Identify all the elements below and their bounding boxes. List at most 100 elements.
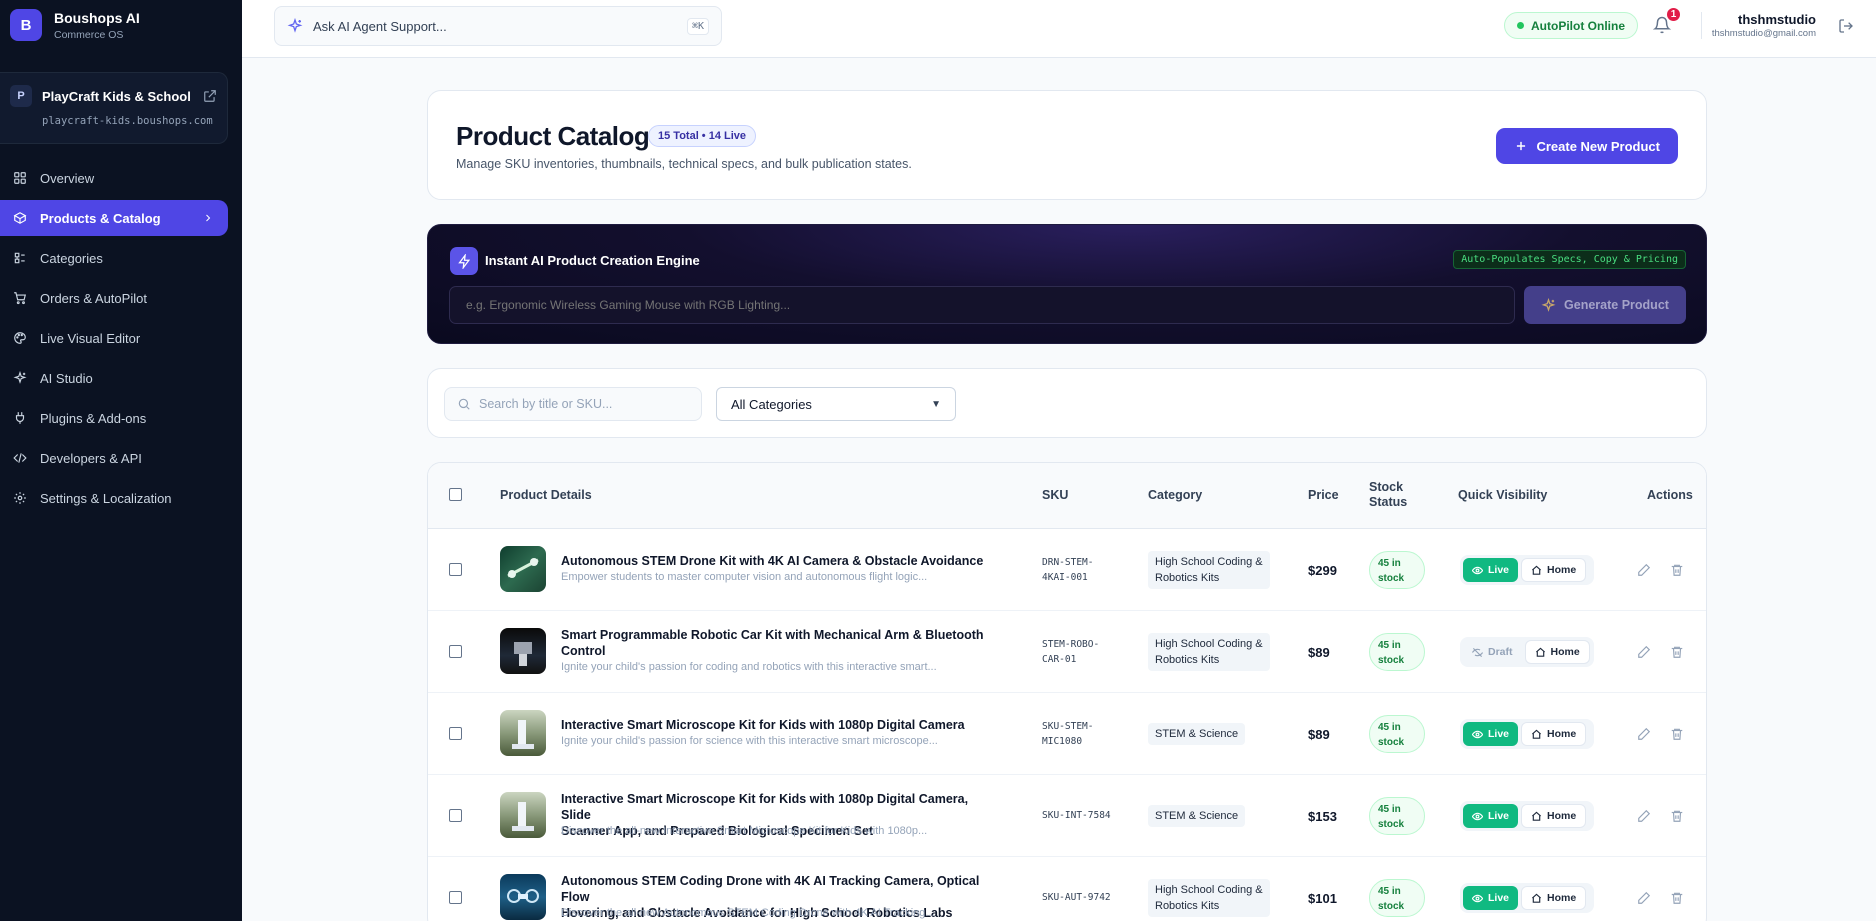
ask-ai-search[interactable]: Ask AI Agent Support... ⌘K — [274, 6, 722, 46]
home-toggle-button[interactable]: Home — [1521, 804, 1587, 828]
nav-item-plugins[interactable]: Plugins & Add-ons — [0, 400, 242, 436]
live-toggle-button[interactable]: Live — [1463, 804, 1519, 828]
trash-icon[interactable] — [1670, 727, 1684, 741]
sku-line2: MIC1080 — [1042, 736, 1083, 747]
stock-line1: 45 in — [1378, 886, 1401, 897]
stock-line2: stock — [1378, 573, 1405, 584]
ask-ai-placeholder: Ask AI Agent Support... — [313, 18, 447, 34]
status-dot — [1517, 22, 1524, 29]
nav-label: Live Visual Editor — [40, 330, 141, 346]
nav-item-visual-editor[interactable]: Live Visual Editor — [0, 320, 242, 356]
stock-line2: stock — [1378, 655, 1405, 666]
box-icon — [13, 212, 27, 224]
trash-icon[interactable] — [1670, 891, 1684, 905]
product-description: Ignite your child's passion for science … — [561, 735, 938, 747]
product-title[interactable]: Autonomous STEM Drone Kit with 4K AI Cam… — [561, 553, 1001, 569]
user-name: thshmstudio — [1738, 12, 1816, 27]
live-toggle-button[interactable]: Live — [1463, 558, 1519, 582]
select-all-checkbox[interactable] — [449, 488, 462, 501]
nav-item-settings[interactable]: Settings & Localization — [0, 480, 242, 516]
product-thumbnail — [500, 710, 546, 756]
row-checkbox[interactable] — [449, 563, 462, 576]
live-toggle-button[interactable]: Live — [1463, 722, 1519, 746]
nav-item-products[interactable]: Products & Catalog — [0, 200, 228, 236]
nav-item-overview[interactable]: Overview — [0, 160, 242, 196]
visibility-toggle: Live Home — [1460, 801, 1594, 831]
product-price: $299 — [1308, 563, 1337, 578]
nav-item-ai-studio[interactable]: AI Studio — [0, 360, 242, 396]
stock-line2: stock — [1378, 737, 1405, 748]
nav-item-orders[interactable]: Orders & AutoPilot — [0, 280, 242, 316]
visibility-status-label: Live — [1488, 564, 1510, 576]
store-card[interactable]: P PlayCraft Kids & School playcraft-kids… — [0, 72, 228, 144]
nav-label: Categories — [40, 250, 103, 266]
row-checkbox[interactable] — [449, 891, 462, 904]
ai-product-prompt-input[interactable] — [449, 286, 1515, 324]
draft-toggle-button[interactable]: Draft — [1463, 640, 1522, 664]
header-stock-line2: Status — [1369, 495, 1408, 509]
category-line2: Robotics Kits — [1155, 900, 1220, 912]
home-toggle-button[interactable]: Home — [1521, 722, 1587, 746]
table-row[interactable]: Autonomous STEM Coding Drone with 4K AI … — [428, 857, 1706, 921]
edit-icon[interactable] — [1637, 563, 1651, 577]
edit-icon[interactable] — [1637, 809, 1651, 823]
edit-icon[interactable] — [1637, 645, 1651, 659]
gear-icon — [14, 492, 26, 504]
brand-name: Boushops AI — [54, 9, 140, 26]
create-product-label: Create New Product — [1536, 138, 1660, 154]
autopilot-label: AutoPilot Online — [1531, 18, 1625, 33]
trash-icon[interactable] — [1670, 809, 1684, 823]
trash-icon[interactable] — [1670, 563, 1684, 577]
stock-line1: 45 in — [1378, 722, 1401, 733]
home-toggle-button[interactable]: Home — [1521, 558, 1587, 582]
live-toggle-button[interactable]: Live — [1463, 886, 1519, 910]
nav-item-categories[interactable]: Categories — [0, 240, 242, 276]
visibility-toggle: Live Home — [1460, 719, 1594, 749]
product-title[interactable]: Smart Programmable Robotic Car Kit with … — [561, 627, 1001, 659]
edit-icon[interactable] — [1637, 727, 1651, 741]
nav-item-developers[interactable]: Developers & API — [0, 440, 242, 476]
store-badge: P — [10, 85, 32, 107]
create-product-button[interactable]: Create New Product — [1496, 128, 1678, 164]
autopilot-status-badge[interactable]: AutoPilot Online — [1504, 12, 1638, 39]
brand[interactable]: B Boushops AI Commerce OS — [0, 0, 242, 50]
table-row[interactable]: Interactive Smart Microscope Kit for Kid… — [428, 693, 1706, 775]
home-toggle-button[interactable]: Home — [1521, 886, 1587, 910]
user-profile[interactable]: thshmstudio thshmstudio@gmail.com — [1700, 12, 1816, 39]
home-icon — [1532, 811, 1542, 821]
table-row[interactable]: Interactive Smart Microscope Kit for Kid… — [428, 775, 1706, 857]
code-icon — [13, 453, 27, 463]
product-thumbnail — [500, 546, 546, 592]
visibility-status-label: Live — [1488, 892, 1510, 904]
home-icon — [1532, 893, 1542, 903]
row-checkbox[interactable] — [449, 727, 462, 740]
category-line2: Robotics Kits — [1155, 654, 1220, 666]
row-checkbox[interactable] — [449, 645, 462, 658]
product-search-input[interactable]: Search by title or SKU... — [444, 387, 702, 421]
header-product-details: Product Details — [500, 488, 592, 502]
home-label: Home — [1547, 728, 1577, 740]
header-quick-visibility: Quick Visibility — [1458, 488, 1548, 502]
product-title[interactable]: Interactive Smart Microscope Kit for Kid… — [561, 717, 1001, 733]
sku-line2: 4KAI-001 — [1042, 572, 1088, 583]
stock-line1: 45 in — [1378, 558, 1401, 569]
eye-icon — [1472, 566, 1483, 574]
external-link-icon[interactable] — [203, 89, 217, 103]
visibility-toggle: Draft Home — [1460, 637, 1594, 667]
category-select[interactable]: All Categories ▼ — [716, 387, 956, 421]
logout-icon[interactable] — [1838, 18, 1854, 34]
trash-icon[interactable] — [1670, 645, 1684, 659]
brand-subtitle: Commerce OS — [54, 28, 124, 41]
table-row[interactable]: Autonomous STEM Drone Kit with 4K AI Cam… — [428, 529, 1706, 611]
home-toggle-button[interactable]: Home — [1524, 640, 1590, 664]
generate-product-button[interactable]: Generate Product — [1524, 286, 1686, 324]
nav-label: Developers & API — [40, 450, 142, 466]
stock-line2: stock — [1378, 901, 1405, 912]
edit-icon[interactable] — [1637, 891, 1651, 905]
row-checkbox[interactable] — [449, 809, 462, 822]
sku-line1: STEM-ROBO- — [1042, 639, 1100, 650]
product-category-badge: High School Coding & Robotics Kits — [1148, 879, 1270, 917]
table-row[interactable]: Smart Programmable Robotic Car Kit with … — [428, 611, 1706, 693]
category-selected: All Categories — [731, 396, 812, 412]
search-placeholder: Search by title or SKU... — [479, 397, 613, 411]
